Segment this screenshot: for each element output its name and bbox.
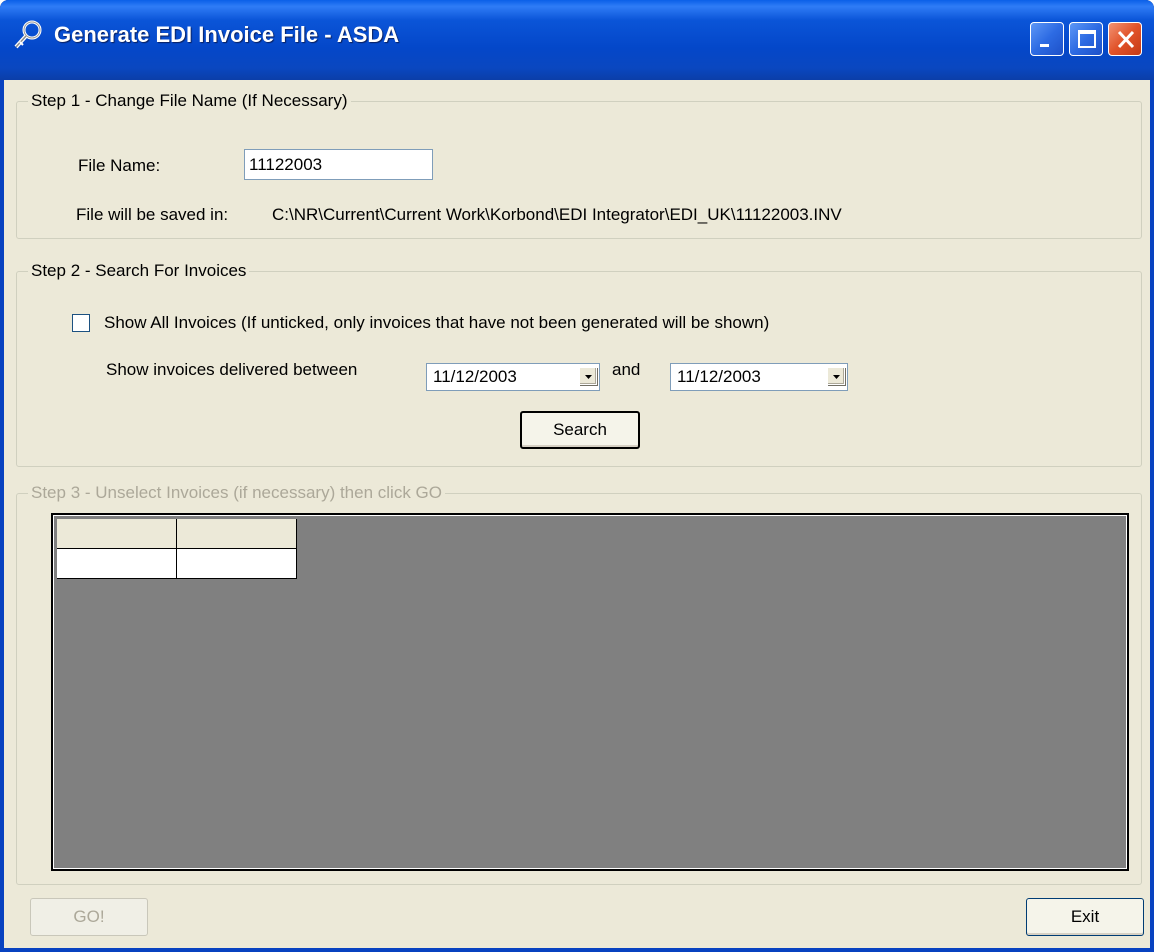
show-all-checkbox[interactable] xyxy=(72,314,90,332)
date-to-picker[interactable]: 11/12/2003 xyxy=(670,363,848,391)
date-from-picker[interactable]: 11/12/2003 xyxy=(426,363,600,391)
exit-button[interactable]: Exit xyxy=(1026,898,1144,936)
step1-legend: Step 1 - Change File Name (If Necessary) xyxy=(28,91,351,111)
dialog-window: Generate EDI Invoice File - ASDA Step 1 … xyxy=(0,0,1154,952)
chevron-down-icon xyxy=(585,375,592,379)
grid-header-cell[interactable] xyxy=(57,519,177,549)
window-title: Generate EDI Invoice File - ASDA xyxy=(54,22,400,47)
title-bar[interactable]: Generate EDI Invoice File - ASDA xyxy=(0,0,1154,80)
saved-in-label: File will be saved in: xyxy=(76,205,229,224)
close-button[interactable] xyxy=(1108,22,1142,56)
minimize-button[interactable] xyxy=(1030,22,1064,56)
window-frame-right xyxy=(1150,80,1154,952)
go-button[interactable]: GO! xyxy=(30,898,148,936)
date-from-dropdown[interactable] xyxy=(579,367,597,385)
date-to-value: 11/12/2003 xyxy=(677,367,761,386)
saved-in-path: C:\NR\Current\Current Work\Korbond\EDI I… xyxy=(272,205,842,224)
maximize-icon xyxy=(1078,30,1096,48)
file-name-input[interactable] xyxy=(244,149,433,180)
date-from-value: 11/12/2003 xyxy=(433,367,517,386)
grid-row-cell[interactable] xyxy=(177,549,297,579)
date-to-dropdown[interactable] xyxy=(827,367,845,385)
grid-header-cell[interactable] xyxy=(177,519,297,549)
maximize-button[interactable] xyxy=(1069,22,1103,56)
chevron-down-icon xyxy=(833,375,840,379)
and-label: and xyxy=(612,360,641,379)
key-icon xyxy=(14,20,42,49)
close-icon xyxy=(1117,30,1135,49)
show-all-label: Show All Invoices (If unticked, only inv… xyxy=(104,313,770,332)
step3-legend: Step 3 - Unselect Invoices (if necessary… xyxy=(28,483,445,503)
delivered-between-label: Show invoices delivered between xyxy=(106,360,358,379)
invoice-grid[interactable] xyxy=(51,513,1129,871)
minimize-icon xyxy=(1040,44,1049,47)
step2-legend: Step 2 - Search For Invoices xyxy=(28,261,250,281)
dialog-client-area: Step 1 - Change File Name (If Necessary)… xyxy=(4,80,1150,948)
search-button[interactable]: Search xyxy=(520,411,640,449)
window-frame-bottom xyxy=(0,948,1154,952)
file-name-label: File Name: xyxy=(78,156,161,175)
grid-row-cell[interactable] xyxy=(57,549,177,579)
